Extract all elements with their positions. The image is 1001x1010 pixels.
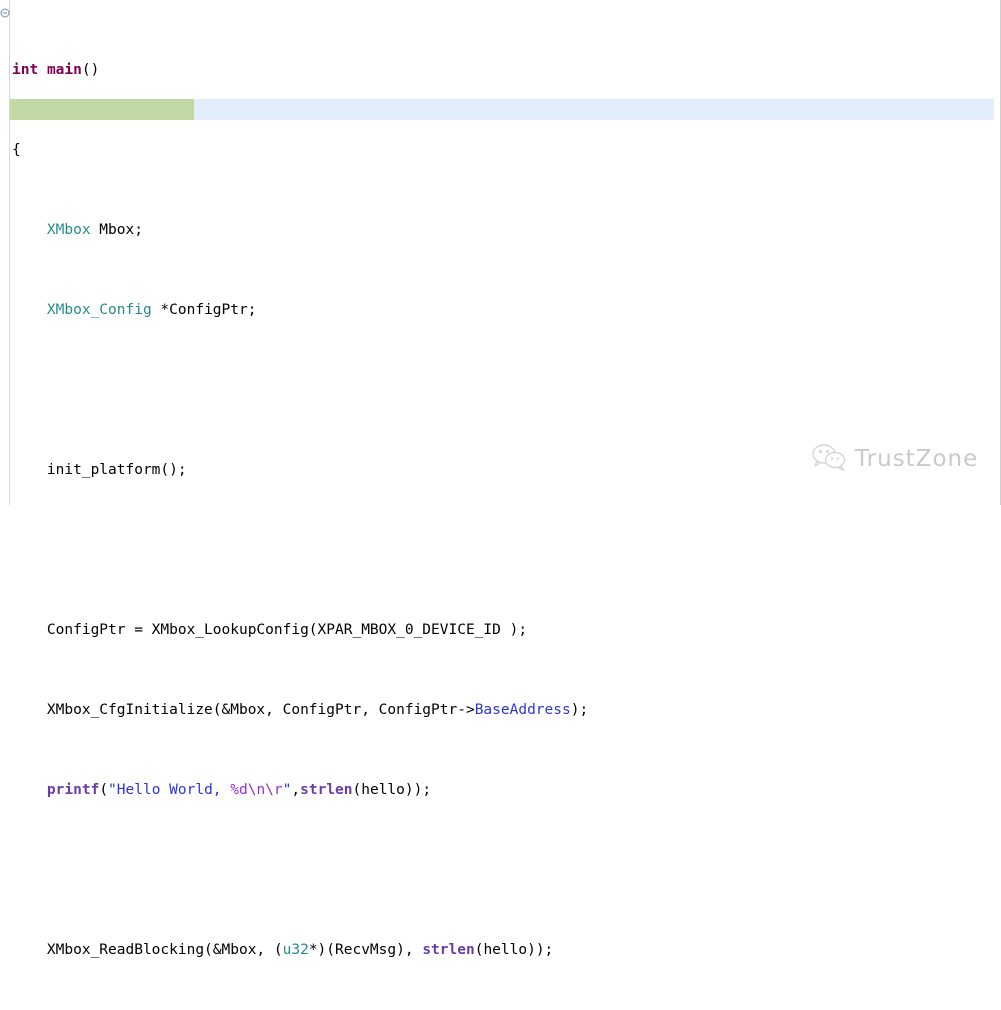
code-line-5[interactable] xyxy=(12,380,987,400)
watermark-label: TrustZone xyxy=(855,446,979,472)
code-line-3[interactable]: XMbox Mbox; xyxy=(12,220,987,240)
token-type-xmbox-config: XMbox_Config xyxy=(46,302,152,318)
token-function-main: main xyxy=(46,62,82,78)
code-editor[interactable]: int main() { XMbox Mbox; XMbox_Config *C… xyxy=(0,0,1001,958)
code-line-8[interactable]: ConfigPtr = XMbox_LookupConfig(XPAR_MBOX… xyxy=(12,620,987,640)
token-function-strlen: strlen xyxy=(300,782,353,798)
code-line-1[interactable]: int main() xyxy=(12,60,987,80)
token-string: "Hello World, xyxy=(108,782,231,798)
token-escape: %d\n\r xyxy=(230,782,283,798)
fold-gutter xyxy=(0,0,10,505)
token-field-baseaddress: BaseAddress xyxy=(474,702,571,718)
code-content[interactable]: int main() { XMbox Mbox; XMbox_Config *C… xyxy=(12,0,987,1010)
watermark: TrustZone xyxy=(812,443,978,475)
token-type-u32: u32 xyxy=(282,942,309,958)
wechat-icon xyxy=(812,443,846,475)
code-line-4[interactable]: XMbox_Config *ConfigPtr; xyxy=(12,300,987,320)
code-line-10[interactable]: printf("Hello World, %d\n\r",strlen(hell… xyxy=(12,780,987,800)
code-line-7[interactable] xyxy=(12,540,987,560)
token-type-xmbox: XMbox xyxy=(46,222,91,238)
token-function-strlen: strlen xyxy=(422,942,475,958)
code-line-11[interactable] xyxy=(12,860,987,880)
code-line-2[interactable]: { xyxy=(12,140,987,160)
collapse-fold-icon[interactable] xyxy=(0,4,10,18)
code-line-9[interactable]: XMbox_CfgInitialize(&Mbox, ConfigPtr, Co… xyxy=(12,700,987,720)
token-keyword-int: int xyxy=(12,62,39,78)
token-function-printf: printf xyxy=(46,782,100,798)
code-line-12[interactable]: XMbox_ReadBlocking(&Mbox, (u32*)(RecvMsg… xyxy=(12,940,987,960)
